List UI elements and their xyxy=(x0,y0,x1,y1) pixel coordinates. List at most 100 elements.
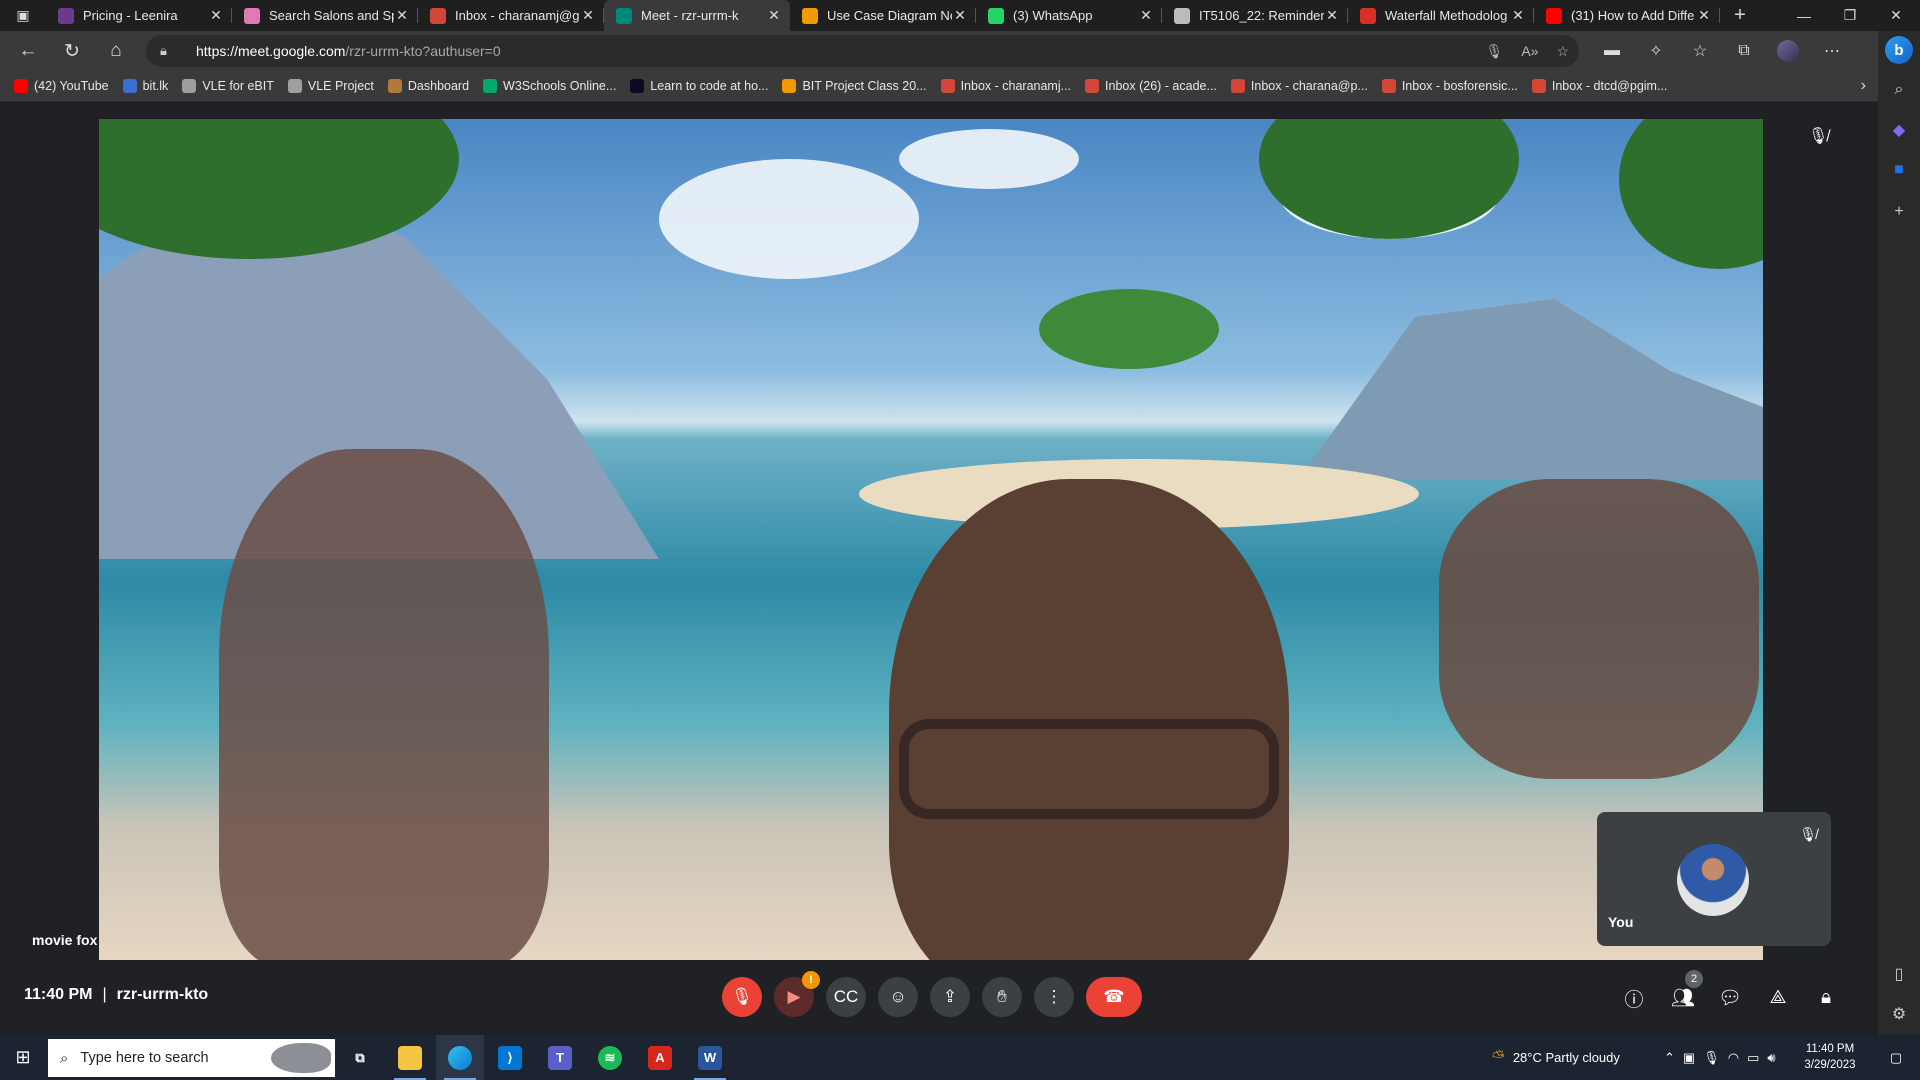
wifi-icon[interactable]: ◠ xyxy=(1728,1050,1739,1066)
chevron-up-icon[interactable]: ⌃ xyxy=(1664,1050,1675,1066)
outlook-icon[interactable]: ■ xyxy=(1878,155,1920,185)
meeting-info-icon[interactable]: ⓘ xyxy=(1621,985,1647,1011)
browser-tab[interactable]: IT5106_22: Reminder: ✕ xyxy=(1162,0,1348,31)
mic-off-button[interactable]: 🎙︎ xyxy=(722,977,762,1017)
extension-icon[interactable]: ▬ xyxy=(1590,31,1634,71)
puzzle-icon[interactable]: ✧ xyxy=(1634,31,1678,71)
file-explorer-icon[interactable] xyxy=(386,1035,434,1080)
word-icon[interactable]: W xyxy=(686,1035,734,1080)
games-icon[interactable]: ◆ xyxy=(1878,115,1920,145)
collections-icon[interactable]: ⧉ xyxy=(1722,31,1766,71)
more-options-button[interactable]: ⋮ xyxy=(1034,977,1074,1017)
teams-icon[interactable]: T xyxy=(536,1035,584,1080)
present-screen-button[interactable]: ⇪ xyxy=(930,977,970,1017)
meeting-time: 11:40 PM xyxy=(24,986,93,1003)
bookmark-item[interactable]: BIT Project Class 20... xyxy=(782,79,927,93)
spotify-icon[interactable]: ≋ xyxy=(586,1035,634,1080)
tab-title: Waterfall Methodolog xyxy=(1385,8,1508,23)
chat-icon[interactable]: 💬︎ xyxy=(1717,985,1743,1011)
close-tab-icon[interactable]: ✕ xyxy=(1324,7,1340,24)
weather-widget[interactable]: ⛅︎ 28°C Partly cloudy xyxy=(1488,1035,1620,1080)
close-tab-icon[interactable]: ✕ xyxy=(1138,7,1154,24)
volume-icon[interactable]: 🔊︎ xyxy=(1767,1050,1775,1066)
close-tab-icon[interactable]: ✕ xyxy=(1696,7,1712,24)
captions-button[interactable]: CC xyxy=(826,977,866,1017)
close-tab-icon[interactable]: ✕ xyxy=(580,7,596,24)
host-controls-icon[interactable]: 🔒︎ xyxy=(1813,985,1839,1011)
restore-button[interactable]: ❐ xyxy=(1827,0,1873,31)
bookmark-item[interactable]: W3Schools Online... xyxy=(483,79,616,93)
activities-icon[interactable]: ⟁ xyxy=(1765,985,1791,1011)
close-tab-icon[interactable]: ✕ xyxy=(394,7,410,24)
more-menu-icon[interactable]: ⋯ xyxy=(1810,31,1854,71)
browser-tab[interactable]: Meet - rzr-urrm-k ✕ xyxy=(604,0,790,31)
home-icon[interactable]: ⌂ xyxy=(94,31,138,71)
close-tab-icon[interactable]: ✕ xyxy=(1510,7,1526,24)
browser-tab[interactable]: Pricing - Leenira ✕ xyxy=(46,0,232,31)
close-tab-icon[interactable]: ✕ xyxy=(952,7,968,24)
back-arrow-icon[interactable]: ← xyxy=(6,31,50,71)
search-icon: ⌕ xyxy=(60,1049,69,1067)
search-icon[interactable]: ⌕ xyxy=(1878,75,1920,105)
taskbar-clock[interactable]: 11:40 PM 3/29/2023 xyxy=(1790,1041,1870,1073)
device-icon[interactable]: ▣ xyxy=(1683,1050,1695,1066)
bookmark-item[interactable]: VLE Project xyxy=(287,79,374,93)
browser-tab[interactable]: Inbox - charanamj@gr ✕ xyxy=(418,0,604,31)
sidebar-toggle-icon[interactable]: ▯ xyxy=(1878,959,1920,989)
bookmark-item[interactable]: (42) YouTube xyxy=(14,79,109,93)
people-icon[interactable]: 👥︎ xyxy=(1670,985,1696,1011)
minimize-button[interactable]: — xyxy=(1781,0,1827,31)
taskbar-search-box[interactable]: ⌕ Type here to search xyxy=(48,1039,335,1077)
bookmark-item[interactable]: Inbox - charana@p... xyxy=(1230,79,1368,93)
vscode-icon[interactable]: ⟩ xyxy=(486,1035,534,1080)
browser-tab[interactable]: Waterfall Methodolog ✕ xyxy=(1348,0,1534,31)
browser-tab[interactable]: (3) WhatsApp ✕ xyxy=(976,0,1162,31)
emoji-reaction-button[interactable]: ☺ xyxy=(878,977,918,1017)
bookmark-favicon-icon xyxy=(14,79,28,93)
new-tab-button[interactable]: + xyxy=(1720,4,1760,27)
acrobat-icon[interactable]: A xyxy=(636,1035,684,1080)
tab-actions-icon[interactable]: ▣ xyxy=(0,0,46,31)
bookmark-item[interactable]: Inbox - bosforensic... xyxy=(1381,79,1518,93)
windows-start-icon[interactable]: ⊞ xyxy=(0,1035,46,1080)
favorite-star-icon[interactable]: ☆ xyxy=(1556,43,1569,60)
browser-tab[interactable]: Search Salons and Spa ✕ xyxy=(232,0,418,31)
bookmark-item[interactable]: VLE for eBIT xyxy=(182,79,274,93)
bookmark-label: bit.lk xyxy=(142,79,169,93)
favorites-icon[interactable]: ☆ xyxy=(1678,31,1722,71)
self-muted-icon: 🎙︎̸ xyxy=(1799,826,1817,842)
raise-hand-button[interactable]: ✋︎ xyxy=(982,977,1022,1017)
browser-tab[interactable]: Use Case Diagram New✕ xyxy=(790,0,976,31)
chevron-right-icon[interactable]: › xyxy=(1861,77,1866,95)
camera-off-button[interactable]: ▶︎ ! xyxy=(774,971,820,1017)
bookmark-item[interactable]: Inbox - dtcd@pgim... xyxy=(1531,79,1667,93)
task-view-icon[interactable]: ⧉ xyxy=(336,1035,384,1080)
self-view-tile[interactable]: You 🎙︎̸ xyxy=(1597,812,1831,946)
close-tab-icon[interactable]: ✕ xyxy=(208,7,224,24)
refresh-icon[interactable]: ↻ xyxy=(50,31,94,71)
bookmark-item[interactable]: Learn to code at ho... xyxy=(630,79,768,93)
bing-copilot-button[interactable]: b xyxy=(1878,35,1920,65)
bookmark-item[interactable]: Inbox - charanamj... xyxy=(940,79,1071,93)
read-aloud-icon[interactable]: A» xyxy=(1521,43,1538,59)
microphone-icon[interactable]: 🎙︎ xyxy=(1486,43,1504,60)
bookmark-item[interactable]: bit.lk xyxy=(122,79,169,93)
edge-taskbar-icon[interactable] xyxy=(436,1035,484,1080)
mic-tray-icon[interactable]: 🎙︎ xyxy=(1703,1050,1720,1066)
bookmark-favicon-icon xyxy=(1531,79,1546,93)
profile-avatar[interactable] xyxy=(1766,31,1810,71)
address-bar[interactable]: 🔒︎ https://meet.google.com/rzr-urrm-kto?… xyxy=(146,35,1579,67)
bookmark-item[interactable]: Dashboard xyxy=(387,79,469,93)
add-icon[interactable]: + xyxy=(1878,197,1920,227)
tab-title: (31) How to Add Diffe xyxy=(1571,8,1695,23)
close-window-button[interactable]: ✕ xyxy=(1873,0,1919,31)
edge-sidebar: b ⌕ ◆ ■ + ▯ ⚙ xyxy=(1878,31,1920,1035)
browser-tab[interactable]: (31) How to Add Diffe ✕ xyxy=(1534,0,1720,31)
settings-gear-icon[interactable]: ⚙ xyxy=(1878,999,1920,1029)
battery-icon[interactable]: ▭ xyxy=(1747,1050,1759,1066)
bookmark-item[interactable]: Inbox (26) - acade... xyxy=(1085,79,1217,93)
close-tab-icon[interactable]: ✕ xyxy=(766,7,782,24)
leave-call-button[interactable]: ☎︎ xyxy=(1086,977,1142,1017)
notifications-icon[interactable]: ▢ xyxy=(1872,1035,1920,1080)
tab-favicon-icon xyxy=(988,7,1004,24)
